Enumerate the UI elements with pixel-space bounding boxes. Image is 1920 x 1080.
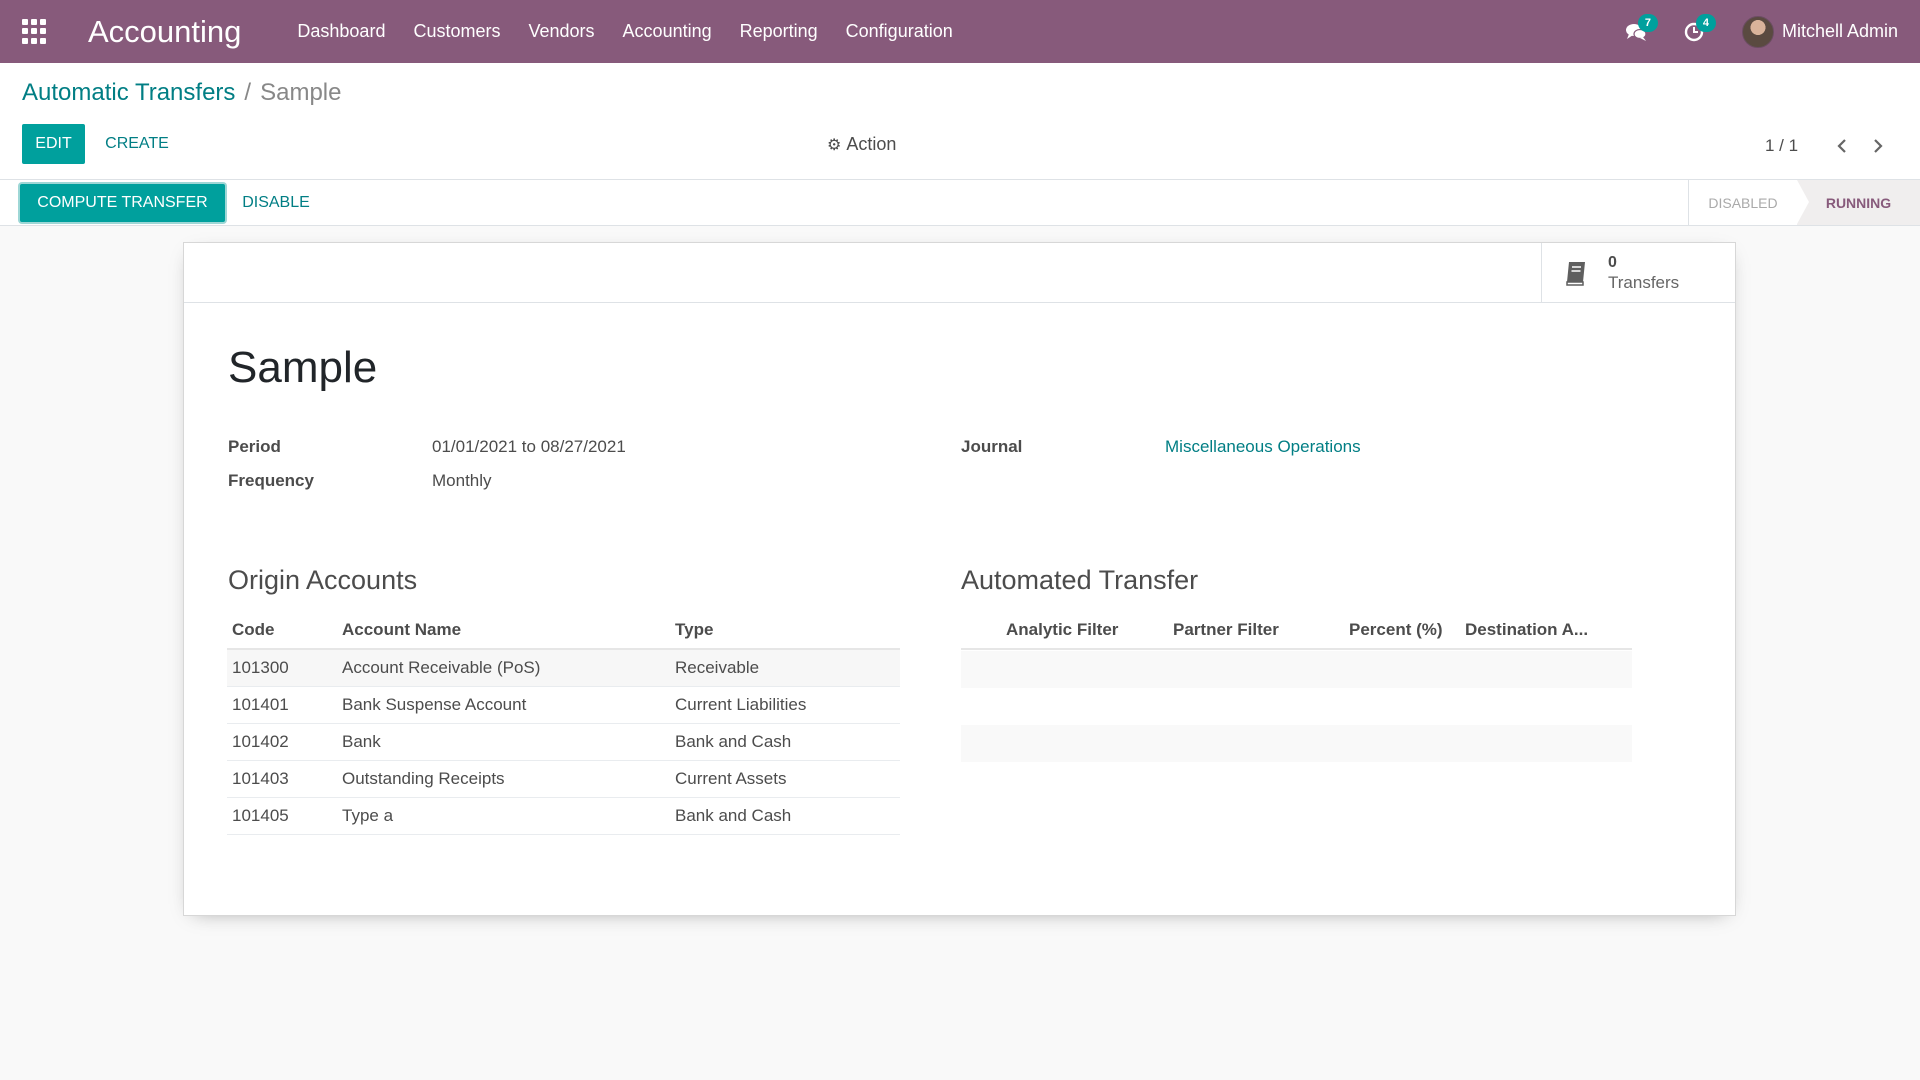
pager-value[interactable]: 1 / 1 — [1765, 136, 1798, 156]
cell-account-name: Bank Suspense Account — [337, 686, 670, 724]
automated-transfer-title: Automated Transfer — [961, 565, 1199, 595]
user-menu[interactable]: Mitchell Admin — [1741, 15, 1898, 48]
transfers-count: 0 — [1608, 253, 1617, 271]
action-dropdown[interactable]: ⚙ Action — [827, 134, 896, 155]
table-row[interactable]: 101401 Bank Suspense Account Current Lia… — [227, 686, 900, 724]
record-title: Sample — [228, 343, 378, 392]
messages-count-badge: 7 — [1637, 13, 1658, 32]
column-header-spacer — [961, 611, 1001, 650]
column-header-account-name[interactable]: Account Name — [337, 611, 670, 650]
status-steps: DISABLED RUNNING — [1688, 180, 1920, 226]
table-header-row: Analytic Filter Partner Filter Percent (… — [961, 611, 1632, 650]
menu-item-customers[interactable]: Customers — [399, 0, 514, 63]
cell-account-name: Bank — [337, 723, 670, 761]
transfers-smart-button[interactable]: 0 Transfers — [1541, 243, 1735, 302]
origin-accounts-table: Code Account Name Type 101300 Account Re… — [227, 611, 900, 835]
chevron-right-icon — [1874, 139, 1883, 153]
breadcrumb-separator: / — [244, 79, 252, 106]
frequency-value: Monthly — [432, 471, 492, 490]
compute-transfer-button[interactable]: COMPUTE TRANSFER — [20, 184, 225, 222]
create-button[interactable]: CREATE — [100, 124, 174, 164]
cell-type: Current Assets — [670, 760, 900, 798]
journal-label: Journal — [961, 437, 1023, 456]
top-navbar: Accounting Dashboard Customers Vendors A… — [0, 0, 1920, 63]
disable-button[interactable]: DISABLE — [236, 184, 316, 222]
empty-table-row — [961, 725, 1632, 762]
edit-button[interactable]: EDIT — [22, 124, 85, 164]
breadcrumb: Automatic Transfers / Sample — [22, 79, 341, 107]
automated-transfer-table: Analytic Filter Partner Filter Percent (… — [961, 611, 1632, 650]
cell-account-name: Account Receivable (PoS) — [337, 649, 670, 687]
column-header-type[interactable]: Type — [670, 611, 900, 650]
cell-type: Bank and Cash — [670, 797, 900, 835]
period-label: Period — [228, 437, 281, 456]
action-label: Action — [846, 134, 897, 154]
cell-type: Receivable — [670, 649, 900, 687]
column-header-analytic-filter[interactable]: Analytic Filter — [1001, 611, 1168, 650]
pager-next-button[interactable] — [1864, 131, 1892, 161]
status-step-disabled[interactable]: DISABLED — [1688, 180, 1797, 225]
table-row[interactable]: 101403 Outstanding Receipts Current Asse… — [227, 760, 900, 798]
table-row[interactable]: 101402 Bank Bank and Cash — [227, 723, 900, 761]
avatar — [1741, 15, 1774, 48]
form-sheet: 0 Transfers Sample Period 01/01/2021 to … — [183, 242, 1736, 916]
table-row[interactable]: 101405 Type a Bank and Cash — [227, 797, 900, 835]
cell-type: Current Liabilities — [670, 686, 900, 724]
main-menu: Dashboard Customers Vendors Accounting R… — [283, 0, 966, 63]
cell-account-name: Outstanding Receipts — [337, 760, 670, 798]
control-panel: Automatic Transfers / Sample EDIT CREATE… — [0, 63, 1920, 180]
menu-item-accounting[interactable]: Accounting — [609, 0, 726, 63]
frequency-label: Frequency — [228, 471, 314, 490]
column-header-destination-account[interactable]: Destination A... — [1460, 611, 1632, 650]
breadcrumb-parent-link[interactable]: Automatic Transfers — [22, 79, 235, 107]
journal-link[interactable]: Miscellaneous Operations — [1165, 437, 1361, 457]
cell-type: Bank and Cash — [670, 723, 900, 761]
column-header-partner-filter[interactable]: Partner Filter — [1168, 611, 1344, 650]
button-box: 0 Transfers — [184, 243, 1735, 303]
user-name: Mitchell Admin — [1781, 21, 1898, 41]
smart-button-text: 0 Transfers — [1608, 253, 1679, 293]
menu-item-reporting[interactable]: Reporting — [726, 0, 832, 63]
systray: 7 4 Mitchell Admin — [1598, 0, 1898, 63]
empty-table-row — [961, 651, 1632, 688]
pager-previous-button[interactable] — [1828, 131, 1856, 161]
table-header-row: Code Account Name Type — [227, 611, 900, 650]
book-icon — [1566, 261, 1585, 286]
app-title[interactable]: Accounting — [88, 14, 241, 50]
messages-button[interactable]: 7 — [1616, 12, 1658, 52]
cell-account-name: Type a — [337, 797, 670, 835]
column-header-code[interactable]: Code — [227, 611, 337, 650]
activities-button[interactable]: 4 — [1674, 12, 1716, 52]
cell-code: 101402 — [227, 723, 337, 761]
menu-item-dashboard[interactable]: Dashboard — [283, 0, 399, 63]
gear-icon: ⚙ — [827, 136, 842, 154]
activities-count-badge: 4 — [1695, 13, 1716, 32]
form-statusbar: COMPUTE TRANSFER DISABLE DISABLED RUNNIN… — [0, 180, 1920, 226]
status-step-running[interactable]: RUNNING — [1797, 180, 1920, 225]
period-value: 01/01/2021 to 08/27/2021 — [432, 437, 626, 456]
cell-code: 101401 — [227, 686, 337, 724]
menu-item-vendors[interactable]: Vendors — [514, 0, 608, 63]
origin-accounts-title: Origin Accounts — [228, 565, 418, 595]
cell-code: 101405 — [227, 797, 337, 835]
apps-menu-icon[interactable] — [22, 18, 48, 45]
cell-code: 101300 — [227, 649, 337, 687]
breadcrumb-current: Sample — [260, 79, 342, 106]
column-header-percent[interactable]: Percent (%) — [1344, 611, 1460, 650]
cell-code: 101403 — [227, 760, 337, 798]
table-row[interactable]: 101300 Account Receivable (PoS) Receivab… — [227, 649, 900, 687]
chevron-left-icon — [1837, 139, 1846, 153]
menu-item-configuration[interactable]: Configuration — [832, 0, 967, 63]
transfers-label: Transfers — [1608, 272, 1680, 292]
